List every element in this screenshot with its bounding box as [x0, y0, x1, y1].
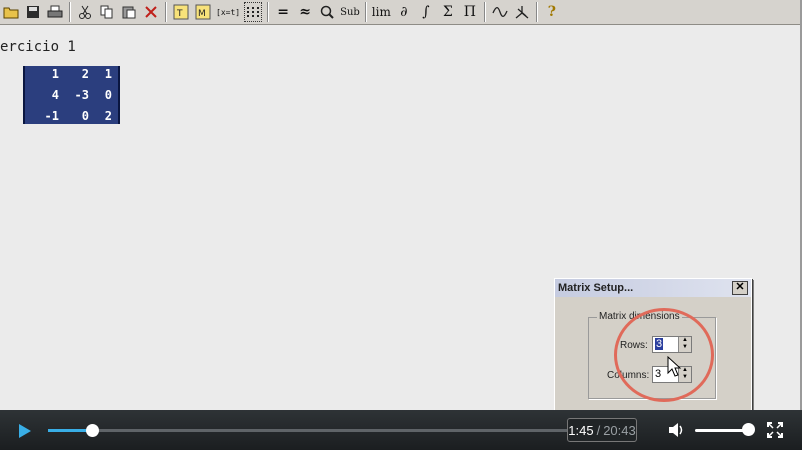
- play-icon[interactable]: [18, 423, 32, 439]
- mouse-cursor-icon: [667, 356, 681, 377]
- approx-icon[interactable]: ≈: [296, 2, 314, 22]
- insert-math-icon[interactable]: M: [194, 2, 212, 22]
- matrix[interactable]: 1 2 1 4 -3 0 -1 0 2: [23, 66, 120, 124]
- insert-text-icon[interactable]: T: [172, 2, 190, 22]
- video-controls: 1:45 / 20:43: [0, 410, 802, 450]
- matrix-icon[interactable]: [244, 2, 263, 22]
- insert-text-math-icon[interactable]: [x=t]: [216, 2, 240, 22]
- matrix-cell[interactable]: 1: [37, 67, 59, 81]
- integral-label: ∫: [422, 4, 430, 20]
- highlight-circle: [614, 308, 714, 402]
- matrix-cell[interactable]: -3: [67, 88, 89, 102]
- svg-text:M: M: [198, 9, 206, 19]
- plot-3d-icon[interactable]: [513, 2, 531, 22]
- toolbar-separator: [267, 2, 270, 22]
- copy-icon[interactable]: [98, 2, 116, 22]
- sum-label: Σ: [442, 4, 453, 20]
- current-time: 1:45: [568, 422, 594, 438]
- worksheet-title[interactable]: ercicio 1: [0, 39, 76, 55]
- product-icon[interactable]: Π: [461, 2, 479, 22]
- derivative-label: ∂: [400, 4, 408, 20]
- zoom-icon[interactable]: [318, 2, 336, 22]
- matrix-cell[interactable]: -1: [37, 109, 59, 123]
- open-folder-icon[interactable]: [2, 2, 20, 22]
- help-label: ?: [547, 4, 556, 20]
- toolbar-separator: [535, 2, 538, 22]
- matrix-cell[interactable]: 2: [90, 109, 112, 123]
- insert-text-math-label: [x=t]: [216, 7, 241, 17]
- progress-thumb[interactable]: [85, 424, 99, 437]
- matrix-cell[interactable]: 4: [37, 88, 59, 102]
- toolbar-separator: [364, 2, 367, 22]
- product-label: Π: [463, 4, 476, 20]
- paste-icon[interactable]: [120, 2, 138, 22]
- equals-label: =: [277, 4, 289, 20]
- close-icon[interactable]: ✕: [732, 281, 748, 295]
- limit-label: lim: [371, 5, 391, 19]
- time-display: 1:45 / 20:43: [567, 418, 637, 442]
- approx-label: ≈: [299, 4, 311, 20]
- derivative-icon[interactable]: ∂: [395, 2, 413, 22]
- delete-icon[interactable]: [142, 2, 160, 22]
- matrix-cell[interactable]: 0: [90, 88, 112, 102]
- toolbar: T M [x=t] = ≈ Sub lim ∂ ∫ Σ Π ?: [0, 0, 800, 25]
- cut-icon[interactable]: [76, 2, 94, 22]
- matrix-cell[interactable]: 1: [90, 67, 112, 81]
- dialog-title-bar[interactable]: Matrix Setup... ✕: [555, 279, 751, 297]
- help-icon[interactable]: ?: [543, 2, 561, 22]
- print-icon[interactable]: [46, 2, 64, 22]
- volume-icon[interactable]: [668, 421, 686, 439]
- duration: 20:43: [603, 422, 636, 438]
- time-separator: /: [596, 422, 601, 438]
- substitute-label: Sub: [340, 6, 360, 18]
- equals-icon[interactable]: =: [274, 2, 292, 22]
- limit-icon[interactable]: lim: [372, 2, 391, 22]
- toolbar-separator: [483, 2, 486, 22]
- save-icon[interactable]: [24, 2, 42, 22]
- matrix-cell[interactable]: 0: [67, 109, 89, 123]
- toolbar-separator: [165, 2, 167, 22]
- toolbar-separator: [69, 2, 71, 22]
- svg-text:T: T: [176, 9, 183, 19]
- matrix-cell[interactable]: 2: [67, 67, 89, 81]
- integral-icon[interactable]: ∫: [417, 2, 435, 22]
- plot-2d-icon[interactable]: [491, 2, 509, 22]
- sum-icon[interactable]: Σ: [439, 2, 457, 22]
- dialog-title: Matrix Setup...: [558, 282, 634, 294]
- substitute-icon[interactable]: Sub: [340, 2, 360, 22]
- progress-track[interactable]: [48, 424, 568, 437]
- fullscreen-icon[interactable]: [767, 422, 783, 438]
- volume-thumb[interactable]: [742, 423, 755, 436]
